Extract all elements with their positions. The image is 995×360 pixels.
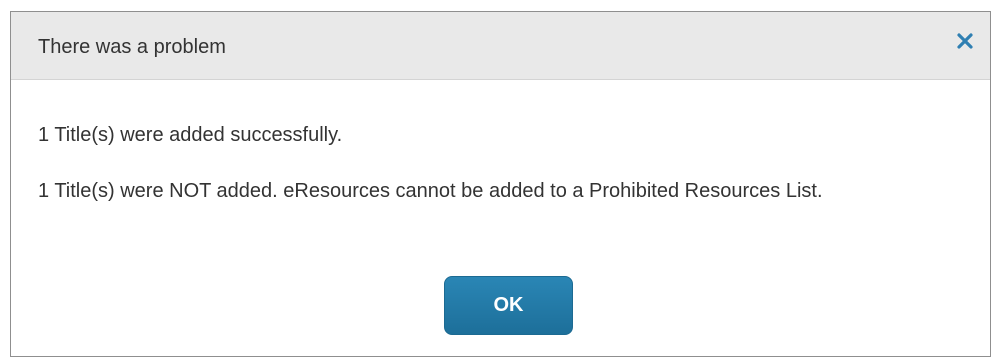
- problem-dialog: There was a problem 1 Title(s) were adde…: [10, 11, 991, 357]
- ok-button[interactable]: OK: [444, 276, 573, 335]
- error-message: 1 Title(s) were NOT added. eResources ca…: [38, 180, 823, 202]
- success-message: 1 Title(s) were added successfully.: [38, 124, 343, 146]
- close-icon: [957, 32, 973, 54]
- close-button[interactable]: [950, 28, 980, 58]
- dialog-header: There was a problem: [11, 12, 990, 80]
- dialog-title: There was a problem: [38, 36, 226, 58]
